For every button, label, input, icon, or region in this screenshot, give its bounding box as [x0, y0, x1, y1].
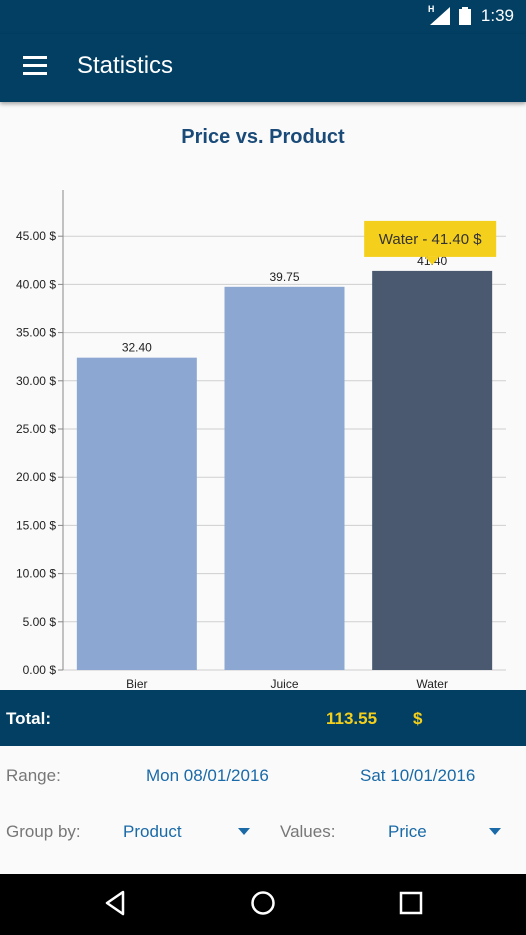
bar-bier[interactable] [76, 357, 197, 670]
y-tick-label: 0.00 $ [23, 663, 57, 677]
total-value: 113.55 [326, 709, 378, 728]
range-end-date[interactable]: Sat 10/01/2016 [360, 766, 475, 786]
x-tick-label: Water [416, 677, 448, 690]
bar-water[interactable] [372, 270, 493, 670]
range-label: Range: [6, 766, 61, 785]
x-tick-label: Bier [126, 677, 147, 690]
status-bar: H 1:39 [0, 0, 526, 34]
y-tick-label: 10.00 $ [16, 567, 56, 581]
y-tick-label: 45.00 $ [16, 229, 56, 243]
back-icon[interactable] [104, 890, 126, 916]
values-label: Values: [280, 822, 336, 841]
group-by-select[interactable]: Product [123, 822, 182, 842]
bar-juice[interactable] [224, 286, 345, 670]
group-by-dropdown-icon[interactable] [238, 828, 250, 835]
total-label: Total: [6, 709, 52, 728]
app-bar: Statistics [0, 34, 526, 102]
tooltip-text: Water - 41.40 $ [379, 231, 482, 248]
home-icon[interactable] [250, 890, 276, 916]
y-tick-label: 40.00 $ [16, 277, 56, 291]
filter-panel: Range: Mon 08/01/2016 Sat 10/01/2016 Gro… [0, 746, 526, 874]
total-currency: $ [413, 709, 423, 728]
data-label: 39.75 [269, 270, 299, 284]
group-by-label: Group by: [6, 822, 81, 841]
chart-area: Price vs. Product 0.00 $5.00 $10.00 $15.… [0, 102, 526, 690]
hamburger-menu-icon[interactable] [23, 56, 47, 76]
y-tick-label: 15.00 $ [16, 518, 56, 532]
battery-icon [459, 7, 471, 25]
y-tick-label: 35.00 $ [16, 326, 56, 340]
recents-icon[interactable] [399, 890, 423, 916]
range-start-date[interactable]: Mon 08/01/2016 [146, 766, 269, 786]
y-tick-label: 20.00 $ [16, 470, 56, 484]
clock: 1:39 [480, 6, 514, 25]
navigation-bar [0, 874, 526, 935]
signal-icon [430, 7, 450, 25]
data-label: 32.40 [122, 341, 152, 355]
y-tick-label: 25.00 $ [16, 422, 56, 436]
bar-chart[interactable]: 0.00 $ 5.00 $ 10.00 $ 15.00 $ 20.00 $ 25.00 $… [0, 102, 526, 690]
page-title: Statistics [77, 52, 174, 79]
y-tick-label: 30.00 $ [16, 374, 56, 388]
total-bar: Total: 113.55 $ [0, 690, 526, 746]
values-dropdown-icon[interactable] [489, 828, 501, 835]
y-tick-label: 5.00 $ [23, 615, 57, 629]
values-select[interactable]: Price [388, 822, 427, 842]
x-tick-label: Juice [270, 677, 298, 690]
